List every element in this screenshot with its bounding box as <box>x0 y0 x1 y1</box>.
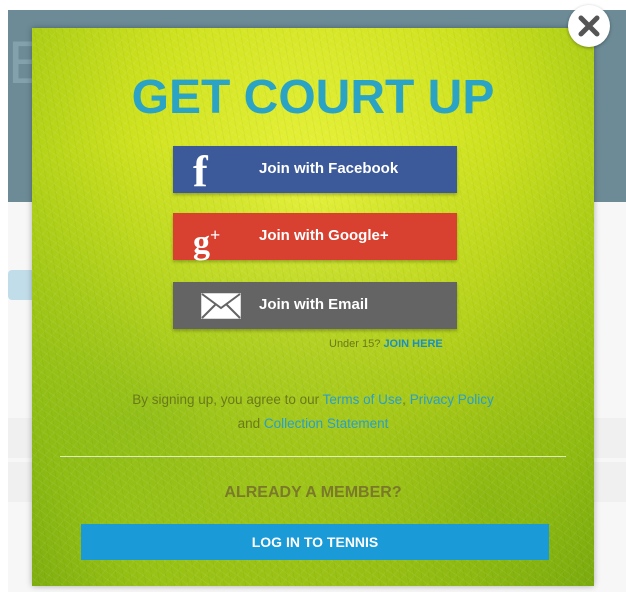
mail-icon <box>201 293 241 323</box>
join-here-link[interactable]: JOIN HERE <box>383 338 442 350</box>
collection-statement-link[interactable]: Collection Statement <box>264 416 389 431</box>
close-button[interactable] <box>568 5 610 47</box>
under-15-note: Under 15? JOIN HERE <box>329 338 443 350</box>
under-15-text: Under 15? <box>329 338 381 350</box>
terms-text: By signing up, you agree to our Terms of… <box>32 388 594 436</box>
terms-and: and <box>237 416 261 431</box>
terms-separator: , <box>402 392 406 407</box>
join-google-button[interactable]: g+ Join with Google+ <box>173 213 457 262</box>
terms-of-use-link[interactable]: Terms of Use <box>323 392 403 407</box>
join-facebook-label: Join with Facebook <box>259 160 399 177</box>
signup-modal: GET COURT UP f Join with Facebook g+ Joi… <box>32 28 594 586</box>
join-email-label: Join with Email <box>259 296 369 313</box>
login-button[interactable]: LOG IN TO TENNIS <box>81 524 549 560</box>
terms-prefix: By signing up, you agree to our <box>132 392 320 407</box>
google-plus-icon: g+ <box>193 224 221 262</box>
join-facebook-button[interactable]: f Join with Facebook <box>173 146 457 196</box>
close-icon <box>578 15 600 37</box>
already-member-heading: ALREADY A MEMBER? <box>224 484 402 501</box>
divider <box>60 456 566 457</box>
join-email-button[interactable]: Join with Email <box>173 282 457 329</box>
privacy-policy-link[interactable]: Privacy Policy <box>410 392 494 407</box>
join-google-label: Join with Google+ <box>259 227 389 244</box>
facebook-icon: f <box>193 147 208 196</box>
modal-title: GET COURT UP <box>131 71 495 124</box>
